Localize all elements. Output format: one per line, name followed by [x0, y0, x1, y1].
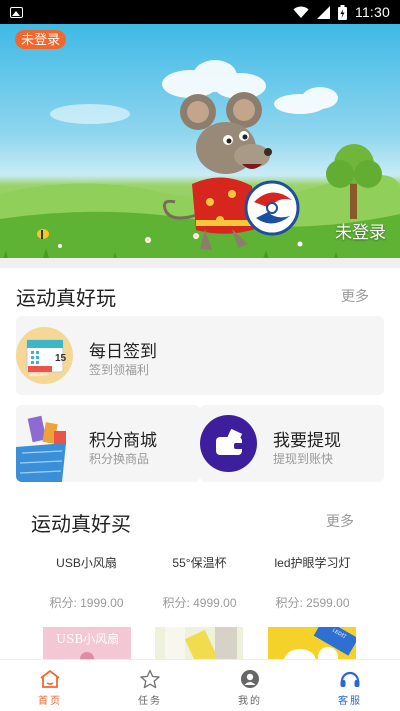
wifi-icon	[293, 6, 309, 18]
tab-customer-service[interactable]: 客服	[300, 660, 400, 711]
product-name: led护眼学习灯	[274, 556, 351, 570]
login-status-badge[interactable]: 未登录	[15, 30, 67, 49]
home-icon	[40, 669, 60, 688]
more-link-play[interactable]: 更多	[341, 286, 369, 306]
card-subtitle: 积分换商品	[89, 452, 150, 466]
hero-login-label[interactable]: 未登录	[335, 218, 386, 243]
shopping-basket-icon	[16, 415, 66, 482]
product-item[interactable]: USB小风扇 积分: 1999.00	[30, 554, 143, 611]
tab-label: 任务	[138, 696, 162, 707]
bottom-tab-bar: 首页 任务 我的 客服	[0, 659, 400, 711]
tab-profile[interactable]: 我的	[200, 660, 300, 711]
card-title: 积分商城	[89, 431, 157, 450]
product-item[interactable]: 55°保温杯 积分: 4999.00	[143, 554, 256, 611]
section-divider	[0, 258, 400, 268]
status-bar: 11:30	[0, 0, 400, 24]
wallet-icon	[200, 415, 257, 472]
tab-label: 首页	[38, 696, 62, 707]
product-name: USB小风扇	[56, 556, 117, 570]
product-price: 积分: 4999.00	[162, 596, 237, 610]
card-title: 我要提现	[273, 431, 341, 450]
tab-home[interactable]: 首页	[0, 660, 100, 711]
product-name: 55°保温杯	[172, 556, 227, 570]
hero-banner[interactable]: 未登录 未登录	[0, 24, 400, 268]
product-item[interactable]: led护眼学习灯 积分: 2599.00	[256, 554, 369, 611]
clock: 11:30	[355, 4, 390, 20]
product-price: 积分: 2599.00	[275, 596, 350, 610]
tab-label: 客服	[338, 696, 362, 707]
image-notification-icon	[10, 6, 23, 18]
daily-checkin-card[interactable]: 15 JANUARY 每日签到 签到领福利	[16, 316, 384, 395]
points-mall-card[interactable]: 积分商城 积分换商品	[16, 405, 200, 482]
headset-icon	[340, 671, 360, 687]
card-subtitle: 签到领福利	[89, 363, 150, 377]
calendar-month: JANUARY	[29, 372, 48, 377]
more-link-buy[interactable]: 更多	[326, 511, 354, 531]
card-title: 每日签到	[89, 342, 157, 361]
tab-tasks[interactable]: 任务	[100, 660, 200, 711]
tab-label: 我的	[238, 696, 262, 707]
section-title-buy: 运动真好买	[31, 514, 131, 536]
product-price: 积分: 1999.00	[49, 596, 124, 610]
section-title-play: 运动真好玩	[16, 288, 116, 310]
signal-icon	[317, 5, 330, 19]
calendar-day: 15	[55, 353, 67, 364]
battery-icon	[338, 4, 347, 20]
person-icon	[241, 670, 259, 688]
star-icon	[140, 669, 160, 689]
card-subtitle: 提现到账快	[273, 452, 334, 466]
withdraw-card[interactable]: 我要提现 提现到账快	[200, 405, 384, 482]
